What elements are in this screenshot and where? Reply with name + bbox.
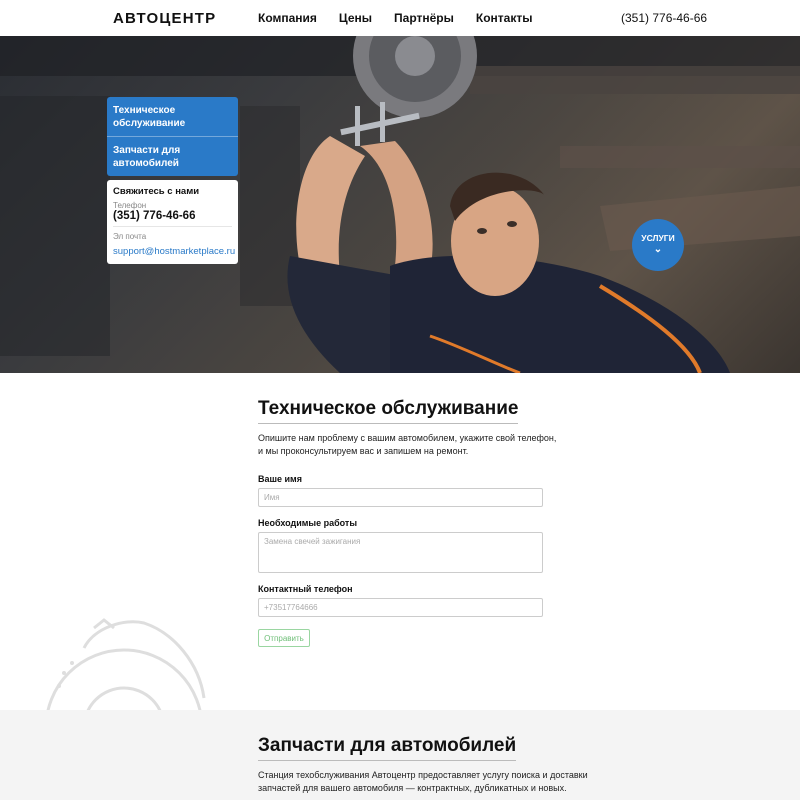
parts-description: Станция техобслуживания Автоцентр предос… — [258, 769, 598, 795]
brake-disc-icon — [46, 618, 206, 710]
parts-title: Запчасти для автомобилей — [258, 735, 517, 761]
nav-contacts[interactable]: Контакты — [476, 11, 533, 25]
chevron-down-icon: ⌄ — [653, 244, 663, 255]
works-label: Необходимые работы — [258, 518, 358, 528]
maintenance-title: Техническое обслуживание — [258, 398, 519, 424]
contact-email-label: Эл почта — [113, 232, 147, 241]
nav-prices[interactable]: Цены — [339, 11, 372, 25]
menu-item-maintenance[interactable]: Техническое обслуживание — [107, 97, 238, 136]
contact-phone-label: Телефон — [113, 201, 147, 210]
nav-company[interactable]: Компания — [258, 11, 317, 25]
submit-button[interactable]: Отправить — [258, 629, 310, 647]
name-label: Ваше имя — [258, 474, 302, 484]
nav-partners[interactable]: Партнёры — [394, 11, 454, 25]
contact-phone[interactable]: (351) 776-46-66 — [113, 210, 232, 227]
works-textarea[interactable] — [258, 532, 543, 573]
site-header: АВТОЦЕНТР Компания Цены Партнёры Контакт… — [0, 0, 800, 36]
main-nav: Компания Цены Партнёры Контакты — [258, 11, 554, 25]
parts-desc-line-1: Станция техобслуживания Автоцентр предос… — [258, 770, 588, 780]
services-button[interactable]: УСЛУГИ ⌄ — [632, 219, 684, 271]
phone-input[interactable] — [258, 598, 543, 617]
services-button-label: УСЛУГИ — [641, 233, 675, 243]
menu-item-parts[interactable]: Запчасти для автомобилей — [107, 136, 238, 176]
name-input[interactable] — [258, 488, 543, 507]
contact-card: Свяжитесь с нами Телефон (351) 776-46-66… — [107, 180, 238, 264]
logo[interactable]: АВТОЦЕНТР — [113, 10, 216, 27]
maintenance-section: Техническое обслуживание Опишите нам про… — [0, 373, 800, 710]
maintenance-description: Опишите нам проблему с вашим автомобилем… — [258, 432, 578, 458]
services-menu: Техническое обслуживание Запчасти для ав… — [107, 97, 238, 176]
maintenance-desc-line-1: Опишите нам проблему с вашим автомобилем… — [258, 433, 557, 443]
hero-banner: Техническое обслуживание Запчасти для ав… — [0, 36, 800, 373]
contact-title: Свяжитесь с нами — [113, 186, 200, 197]
parts-desc-line-2: запчастей для вашего автомобиля — контра… — [258, 783, 567, 793]
header-phone[interactable]: (351) 776-46-66 — [621, 11, 707, 25]
contact-email-link[interactable]: support@hostmarketplace.ru — [113, 246, 235, 257]
maintenance-desc-line-2: и мы проконсультируем вас и запишем на р… — [258, 446, 469, 456]
parts-section: Запчасти для автомобилей Станция техобсл… — [0, 710, 800, 800]
phone-label: Контактный телефон — [258, 584, 353, 594]
